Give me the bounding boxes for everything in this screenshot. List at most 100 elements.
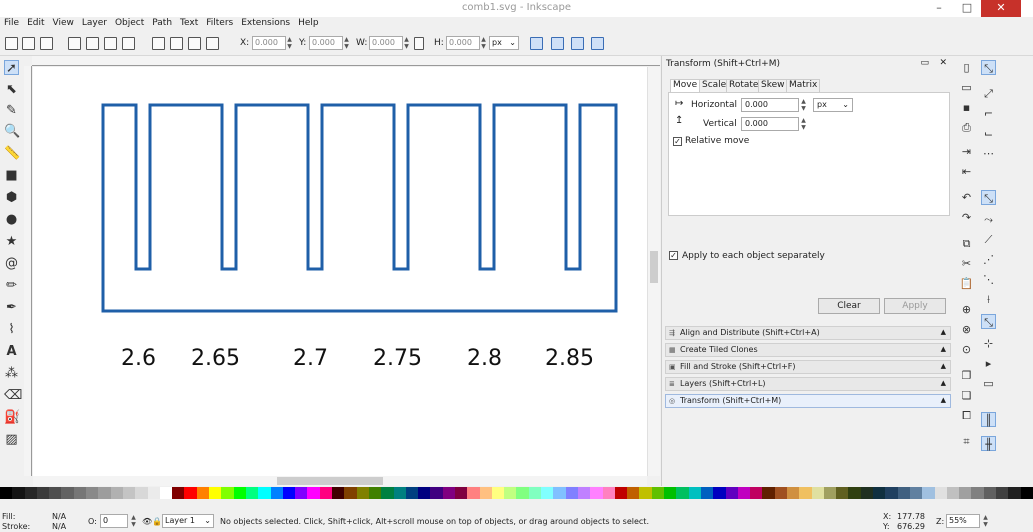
raise-to-top-icon[interactable]	[152, 37, 165, 50]
palette-swatch[interactable]	[565, 487, 578, 499]
snap-cusp-icon[interactable]: ⋰	[981, 252, 996, 267]
import-icon[interactable]: ⇥	[959, 144, 974, 159]
palette-swatch[interactable]	[270, 487, 283, 499]
vertical-spinner[interactable]: ▲ ▼	[800, 117, 807, 131]
palette-swatch[interactable]	[577, 487, 591, 499]
menu-edit[interactable]: Edit	[23, 17, 48, 29]
palette-swatch[interactable]	[282, 487, 296, 499]
snap-rotation-icon[interactable]: ⊹	[981, 336, 996, 351]
palette-swatch[interactable]	[664, 487, 677, 499]
palette-swatch[interactable]	[381, 487, 394, 499]
menu-view[interactable]: View	[49, 17, 78, 29]
zoom-drawing-icon[interactable]: ⊗	[959, 322, 974, 337]
unit-select[interactable]: px ⌄	[489, 36, 519, 50]
drawing-canvas[interactable]: 2.6 2.65 2.7 2.75 2.8 2.85	[33, 67, 647, 476]
vertical-scroll-thumb[interactable]	[650, 251, 658, 283]
scale-stroke-icon[interactable]	[530, 37, 543, 50]
palette-swatch[interactable]	[996, 487, 1009, 499]
snap-bbox-corner-icon[interactable]: ⌙	[981, 126, 996, 141]
apply-button[interactable]: Apply	[884, 298, 946, 314]
y-field[interactable]: 0.000	[309, 36, 343, 50]
palette-swatch[interactable]	[639, 487, 652, 499]
clear-button[interactable]: Clear	[818, 298, 880, 314]
dock-bar-layers[interactable]: ≣ Layers (Shift+Ctrl+L) ▲	[665, 377, 951, 391]
palette-swatch[interactable]	[836, 487, 849, 499]
palette-swatch[interactable]	[799, 487, 812, 499]
tweak-tool-icon[interactable]: ✎	[4, 103, 19, 118]
palette-swatch[interactable]	[405, 487, 419, 499]
menu-file[interactable]: File	[0, 17, 23, 29]
lower-to-bottom-icon[interactable]	[206, 37, 219, 50]
palette-swatch[interactable]	[110, 487, 123, 499]
zoom-page-icon[interactable]: ⊙	[959, 342, 974, 357]
h-spinner[interactable]: ▲ ▼	[480, 36, 487, 50]
scale-corners-icon[interactable]	[551, 37, 564, 50]
fill-value[interactable]: N/A	[52, 512, 66, 521]
palette-swatch[interactable]	[553, 487, 566, 499]
palette-swatch[interactable]	[418, 487, 431, 499]
palette-swatch[interactable]	[737, 487, 751, 499]
palette-swatch[interactable]	[172, 487, 185, 499]
palette-swatch[interactable]	[393, 487, 406, 499]
w-spinner[interactable]: ▲ ▼	[403, 36, 410, 50]
paste-icon[interactable]: 📋	[959, 276, 974, 291]
palette-swatch[interactable]	[454, 487, 468, 499]
lock-ratio-icon[interactable]	[414, 37, 424, 50]
palette-swatch[interactable]	[528, 487, 542, 499]
palette-swatch[interactable]	[897, 487, 910, 499]
palette-swatch[interactable]	[860, 487, 874, 499]
calligraphy-tool-icon[interactable]: ⌇	[4, 322, 19, 337]
select-all-layers-icon[interactable]	[22, 37, 35, 50]
vertical-scrollbar[interactable]	[647, 67, 660, 476]
palette-swatch[interactable]	[590, 487, 603, 499]
bucket-tool-icon[interactable]: ⛽	[4, 410, 20, 425]
tab-move[interactable]: Move	[670, 79, 701, 92]
dock-undock-icon[interactable]: ▭	[920, 58, 929, 68]
horizontal-spinner[interactable]: ▲ ▼	[800, 98, 807, 112]
palette-swatch[interactable]	[688, 487, 701, 499]
palette-swatch[interactable]	[467, 487, 480, 499]
redo-icon[interactable]: ↷	[959, 210, 974, 225]
palette-swatch[interactable]	[233, 487, 246, 499]
palette-swatch[interactable]	[36, 487, 50, 499]
palette-swatch[interactable]	[98, 487, 111, 499]
zoom-tool-icon[interactable]: 🔍	[4, 124, 20, 139]
palette-swatch[interactable]	[135, 487, 148, 499]
spray-tool-icon[interactable]: ⁂	[4, 366, 19, 381]
palette-swatch[interactable]	[356, 487, 369, 499]
layer-visibility-icon[interactable]: 👁	[142, 517, 152, 526]
palette-swatch[interactable]	[885, 487, 898, 499]
menu-object[interactable]: Object	[111, 17, 148, 29]
opacity-field[interactable]: 0	[100, 514, 128, 528]
palette-swatch[interactable]	[258, 487, 271, 499]
relative-move-checkbox[interactable]: ✓	[673, 137, 682, 146]
flip-vertical-icon[interactable]	[122, 37, 135, 50]
snap-text-baseline-icon[interactable]: ▸	[981, 356, 996, 371]
h-field[interactable]: 0.000	[446, 36, 480, 50]
palette-swatch[interactable]	[651, 487, 665, 499]
selector-tool-icon[interactable]: ➚	[4, 60, 19, 76]
transform-patterns-icon[interactable]	[591, 37, 604, 50]
lower-icon[interactable]	[188, 37, 201, 50]
zoom-field[interactable]: 55%	[946, 514, 980, 528]
palette-swatch[interactable]	[332, 487, 345, 499]
transform-gradients-icon[interactable]	[571, 37, 584, 50]
deselect-icon[interactable]	[40, 37, 53, 50]
palette-swatch[interactable]	[49, 487, 62, 499]
tab-skew[interactable]: Skew	[758, 79, 788, 92]
measure-tool-icon[interactable]: 📏	[4, 146, 20, 161]
move-unit-select[interactable]: px ⌄	[813, 98, 853, 112]
palette-swatch[interactable]	[1020, 487, 1033, 499]
snap-guide-icon[interactable]: ╫	[981, 436, 996, 451]
open-icon[interactable]: ▭	[959, 80, 974, 95]
layer-lock-icon[interactable]: 🔒	[152, 517, 162, 526]
palette-swatch[interactable]	[504, 487, 517, 499]
snap-centers-icon[interactable]: ⤡	[981, 314, 996, 329]
clone-icon[interactable]: ❏	[959, 388, 974, 403]
snap-bbox-edge-icon[interactable]: ⌐	[981, 106, 996, 121]
pencil-tool-icon[interactable]: ✏	[4, 278, 19, 293]
palette-swatch[interactable]	[479, 487, 492, 499]
rotate-cw-icon[interactable]	[86, 37, 99, 50]
palette-swatch[interactable]	[983, 487, 997, 499]
group-icon[interactable]: ⌗	[959, 434, 974, 449]
